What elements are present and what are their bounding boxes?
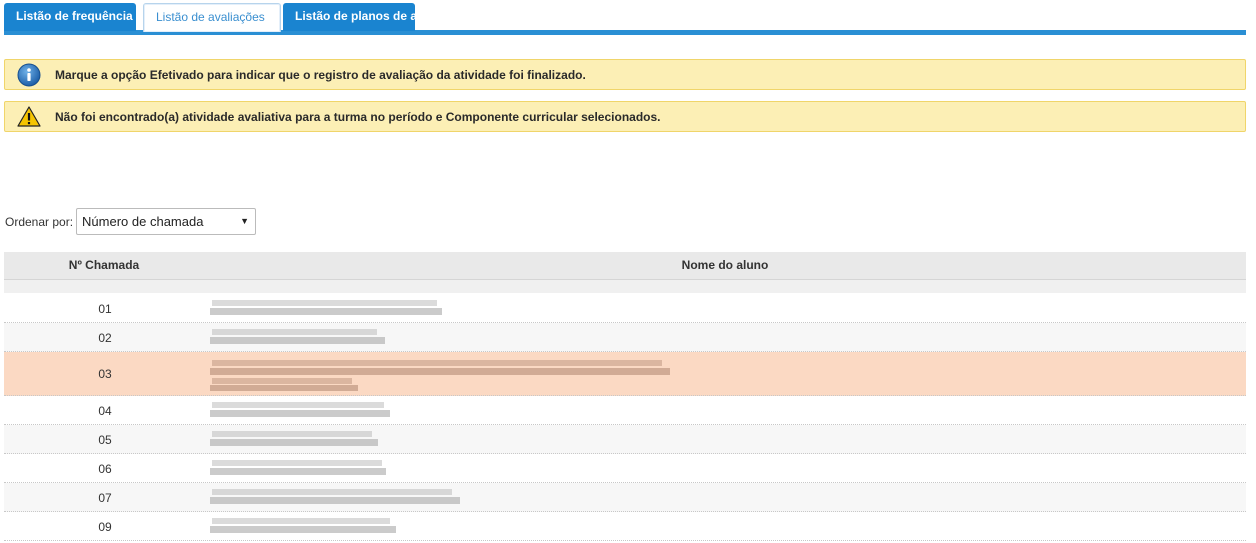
obscured-text-graphic	[210, 329, 385, 344]
warning-triangle-icon	[17, 106, 41, 127]
student-name-obscured	[210, 399, 830, 423]
obscured-text-graphic	[210, 402, 390, 417]
table-row: 09	[4, 512, 1246, 541]
row-number: 07	[98, 491, 112, 505]
row-number: 03	[98, 367, 112, 381]
table-row: 06	[4, 454, 1246, 483]
table-spacer-row	[4, 280, 1246, 294]
table-row: 07	[4, 483, 1246, 512]
student-name-obscured	[210, 428, 830, 452]
student-name-obscured	[210, 297, 830, 321]
row-number: 02	[98, 331, 112, 345]
obscured-text-graphic	[210, 431, 378, 446]
row-number: 04	[98, 404, 112, 418]
table-header: Nº Chamada Nome do aluno	[4, 252, 1246, 280]
tab-listao-frequencia[interactable]: Listão de frequência	[4, 3, 136, 31]
table-row: 01	[4, 294, 1246, 323]
row-number: 09	[98, 520, 112, 534]
tab-listao-avaliacoes[interactable]: Listão de avaliações	[143, 3, 281, 32]
student-name-obscured	[210, 355, 830, 395]
table-row: 02	[4, 323, 1246, 352]
header-numero-chamada: Nº Chamada	[68, 258, 140, 272]
warning-alert: Não foi encontrado(a) atividade avaliati…	[4, 101, 1246, 132]
header-nome-aluno: Nome do aluno	[681, 258, 769, 272]
tab-listao-planos-aula[interactable]: Listão de planos de aula	[283, 3, 434, 31]
table-row-highlighted: 03	[4, 352, 1246, 396]
obscured-text-graphic	[210, 300, 442, 315]
student-name-obscured	[210, 326, 830, 350]
order-by-selected-value: Número de chamada	[82, 214, 204, 229]
obscured-text-graphic	[210, 489, 460, 504]
triangle-down-icon: ▼	[240, 216, 250, 226]
students-table: Nº Chamada Nome do aluno 01 02 03 04 05 …	[4, 252, 1246, 541]
row-number: 01	[98, 302, 112, 316]
info-alert: Marque a opção Efetivado para indicar qu…	[4, 59, 1246, 90]
table-row: 04	[4, 396, 1246, 425]
warning-alert-text: Não foi encontrado(a) atividade avaliati…	[55, 110, 661, 124]
row-number: 05	[98, 433, 112, 447]
order-by-label: Ordenar por:	[5, 214, 74, 229]
order-by-row: Ordenar por: Número de chamada ▼	[5, 208, 257, 235]
student-name-obscured	[210, 486, 830, 510]
student-name-obscured	[210, 515, 830, 539]
row-number: 06	[98, 462, 112, 476]
obscured-text-graphic	[210, 518, 396, 533]
obscured-text-graphic	[210, 360, 670, 391]
student-name-obscured	[210, 457, 830, 481]
tab-bar: Listão de frequência Listão de avaliaçõe…	[4, 3, 1246, 35]
info-circle-icon	[17, 63, 41, 87]
order-by-select[interactable]: Número de chamada ▼	[76, 208, 257, 235]
info-alert-text: Marque a opção Efetivado para indicar qu…	[55, 68, 586, 82]
table-row: 05	[4, 425, 1246, 454]
obscured-text-graphic	[210, 460, 386, 475]
